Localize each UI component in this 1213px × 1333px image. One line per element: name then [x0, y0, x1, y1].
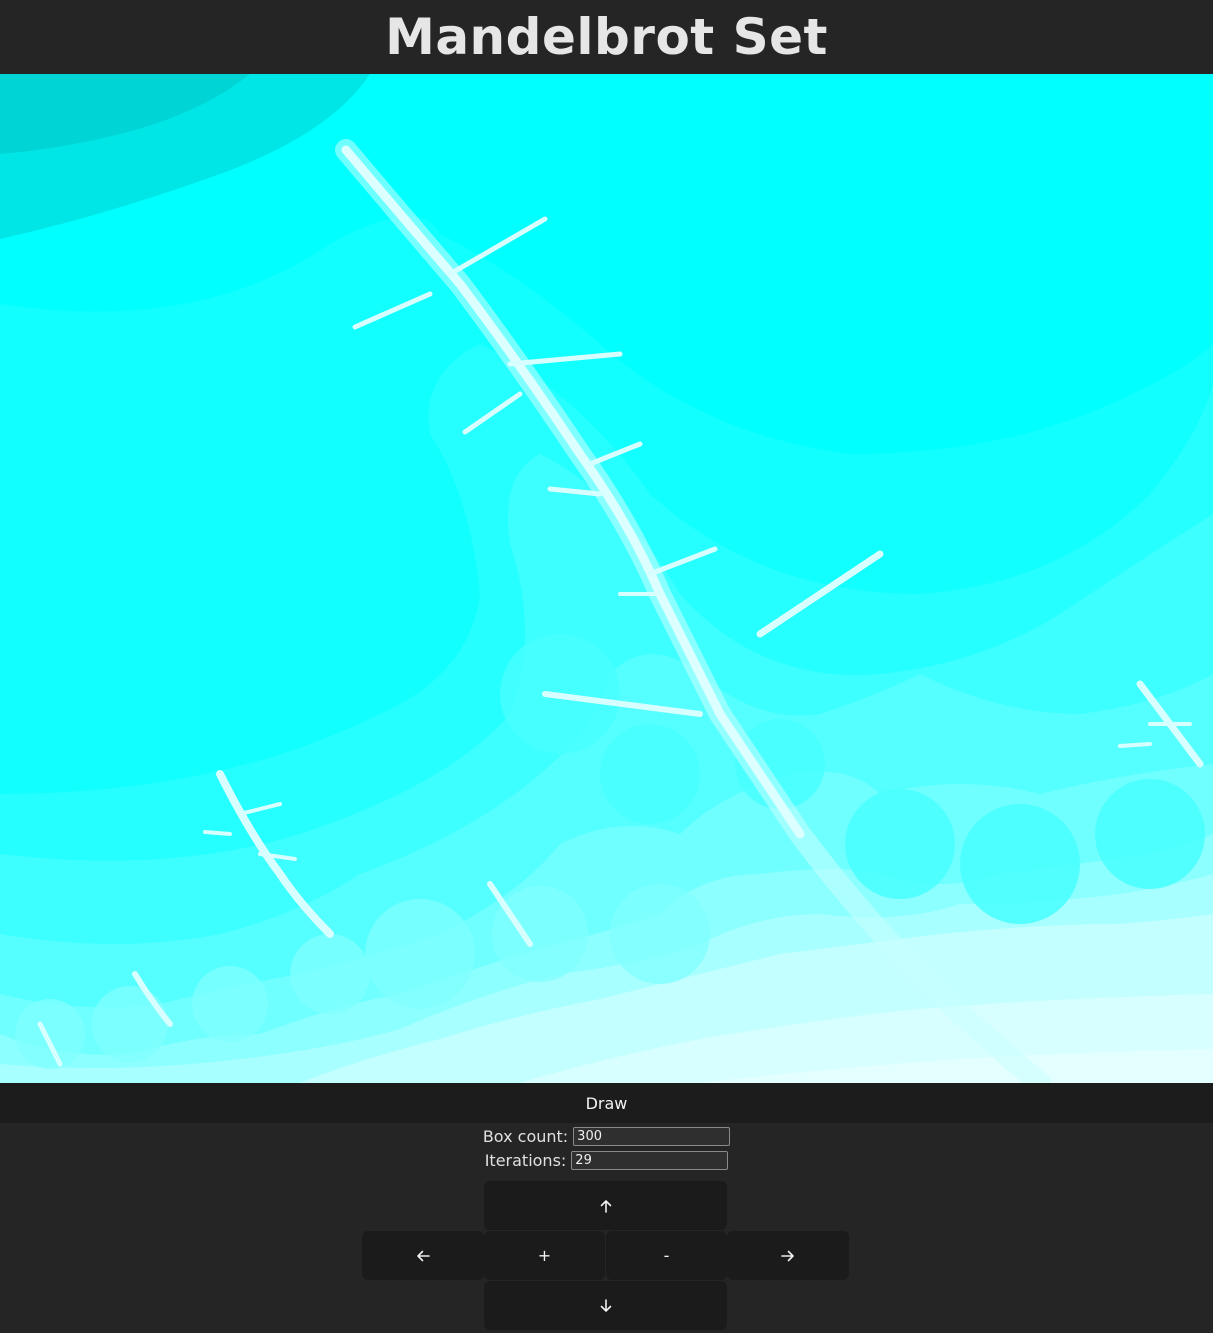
arrow-right-icon — [781, 1250, 795, 1262]
page-title: Mandelbrot Set — [385, 8, 828, 66]
box-count-label: Box count: — [482, 1126, 569, 1146]
pan-down-button[interactable] — [484, 1281, 727, 1330]
iterations-label: Iterations: — [484, 1150, 567, 1170]
arrow-down-icon — [600, 1298, 612, 1313]
pan-right-button[interactable] — [727, 1231, 849, 1280]
pan-up-button[interactable] — [484, 1181, 727, 1230]
pan-left-button[interactable] — [362, 1231, 484, 1280]
draw-button[interactable]: Draw — [0, 1083, 1213, 1123]
zoom-in-button[interactable]: + — [484, 1231, 605, 1280]
zoom-out-button[interactable]: - — [606, 1231, 727, 1280]
box-count-input[interactable] — [573, 1126, 731, 1146]
iterations-row: Iterations: — [0, 1149, 1213, 1171]
box-count-row: Box count: — [0, 1125, 1213, 1147]
mandelbrot-render — [0, 74, 1213, 1083]
iterations-input[interactable] — [571, 1150, 729, 1170]
arrow-left-icon — [416, 1250, 430, 1262]
arrow-up-icon — [600, 1199, 612, 1213]
header: Mandelbrot Set — [0, 0, 1213, 74]
mandelbrot-canvas[interactable] — [0, 74, 1213, 1083]
